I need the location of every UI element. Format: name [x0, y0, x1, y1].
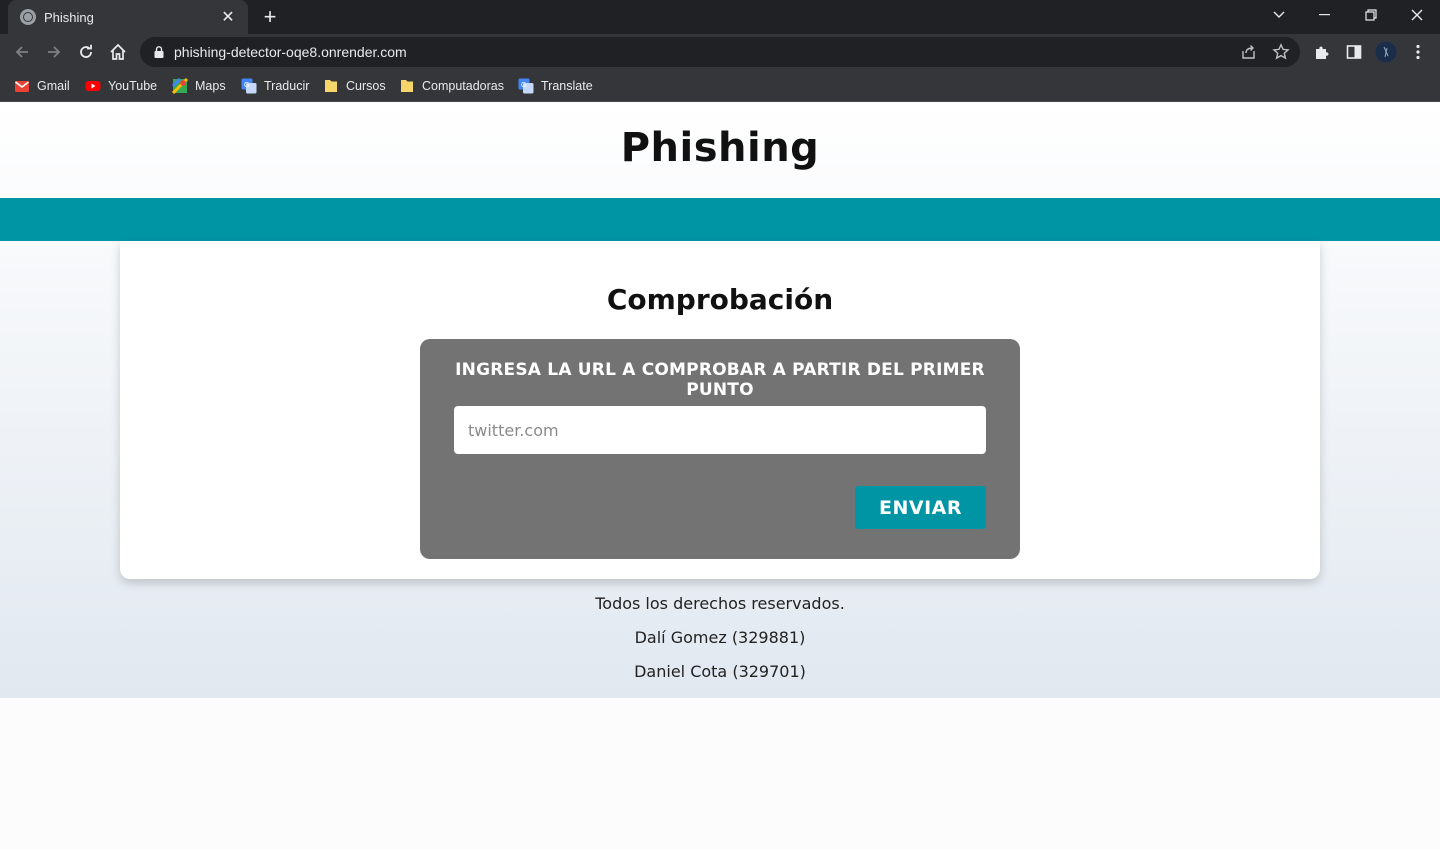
- avatar-icon: [1375, 41, 1397, 63]
- tab-search-button[interactable]: [1256, 0, 1302, 30]
- home-icon: [110, 43, 126, 60]
- minimize-button[interactable]: [1302, 0, 1348, 30]
- arrow-left-icon: [15, 46, 28, 58]
- lock-icon[interactable]: [154, 46, 164, 58]
- bookmark-computadoras[interactable]: Computadoras: [399, 77, 504, 95]
- accent-band: [0, 198, 1440, 241]
- bookmark-label: Translate: [541, 79, 593, 93]
- home-button[interactable]: [104, 38, 132, 66]
- new-tab-button[interactable]: +: [258, 4, 282, 29]
- url-input[interactable]: [454, 406, 986, 454]
- bookmark-maps[interactable]: Maps: [172, 77, 226, 95]
- close-tab-icon[interactable]: ✕: [218, 7, 238, 27]
- bookmark-translate[interactable]: G Translate: [518, 77, 593, 95]
- svg-text:G: G: [521, 82, 526, 89]
- puzzle-icon: [1316, 46, 1329, 59]
- bookmark-label: Traducir: [264, 79, 310, 93]
- close-window-button[interactable]: [1394, 0, 1440, 30]
- address-bar[interactable]: phishing-detector-oqe8.onrender.com: [140, 37, 1300, 67]
- bookmark-label: Cursos: [346, 79, 386, 93]
- bookmark-traducir[interactable]: G Traducir: [241, 77, 309, 95]
- folder-icon: [401, 80, 413, 92]
- side-panel-icon: [1346, 45, 1362, 59]
- back-button[interactable]: [8, 38, 36, 66]
- bookmark-gmail[interactable]: Gmail: [14, 77, 70, 95]
- footer-author: Dalí Gomez (329881): [634, 628, 806, 647]
- url-input-label: INGRESA LA URL A COMPROBAR A PARTIR DEL …: [455, 360, 985, 400]
- url-check-form: INGRESA LA URL A COMPROBAR A PARTIR DEL …: [420, 339, 1020, 559]
- page: Phishing Comprobación INGRESA LA URL A C…: [0, 103, 1440, 849]
- translate-icon: G: [241, 78, 257, 94]
- forward-button[interactable]: [40, 38, 68, 66]
- translate-icon: G: [518, 78, 534, 94]
- minimize-icon: [1319, 14, 1330, 16]
- browser-toolbar: phishing-detector-oqe8.onrender.com: [0, 34, 1440, 70]
- submit-button[interactable]: ENVIAR: [855, 486, 986, 529]
- kebab-menu-icon: [1416, 44, 1420, 60]
- side-panel-button[interactable]: [1342, 40, 1366, 64]
- close-icon: [1411, 9, 1423, 21]
- profile-avatar[interactable]: [1374, 40, 1398, 64]
- bookmark-label: YouTube: [108, 79, 158, 93]
- maps-icon: [172, 78, 188, 94]
- footer-rights: Todos los derechos reservados.: [595, 594, 845, 613]
- gmail-icon: [15, 81, 29, 92]
- folder-icon: [325, 80, 337, 92]
- footer-author: Daniel Cota (329701): [634, 662, 806, 681]
- bookmarks-bar: Gmail YouTube Maps G Traducir Cursos Com…: [0, 70, 1440, 102]
- restore-button[interactable]: [1348, 0, 1394, 30]
- bookmark-cursos[interactable]: Cursos: [323, 77, 386, 95]
- chevron-down-icon: [1273, 11, 1285, 18]
- reload-icon: [80, 44, 92, 58]
- bookmark-youtube[interactable]: YouTube: [85, 77, 157, 95]
- check-card: Comprobación INGRESA LA URL A COMPROBAR …: [120, 241, 1320, 579]
- globe-icon: [20, 9, 36, 25]
- reload-button[interactable]: [72, 38, 100, 66]
- arrow-right-icon: [48, 46, 61, 58]
- page-background: Phishing Comprobación INGRESA LA URL A C…: [0, 103, 1440, 698]
- page-title: Phishing: [620, 125, 820, 171]
- svg-text:G: G: [244, 82, 249, 89]
- browser-menu-button[interactable]: [1406, 40, 1430, 64]
- restore-icon: [1365, 9, 1377, 21]
- card-title: Comprobación: [606, 283, 834, 316]
- share-icon[interactable]: [1240, 43, 1258, 61]
- tab-strip: Phishing ✕ +: [0, 0, 1440, 34]
- bookmark-label: Gmail: [37, 79, 70, 93]
- bookmark-label: Maps: [195, 79, 226, 93]
- browser-tab[interactable]: Phishing ✕: [8, 0, 248, 34]
- tab-title: Phishing: [44, 9, 94, 25]
- star-icon[interactable]: [1272, 43, 1290, 61]
- extensions-button[interactable]: [1310, 40, 1334, 64]
- url-text: phishing-detector-oqe8.onrender.com: [174, 44, 407, 60]
- bookmark-label: Computadoras: [422, 79, 504, 93]
- youtube-icon: [85, 81, 101, 91]
